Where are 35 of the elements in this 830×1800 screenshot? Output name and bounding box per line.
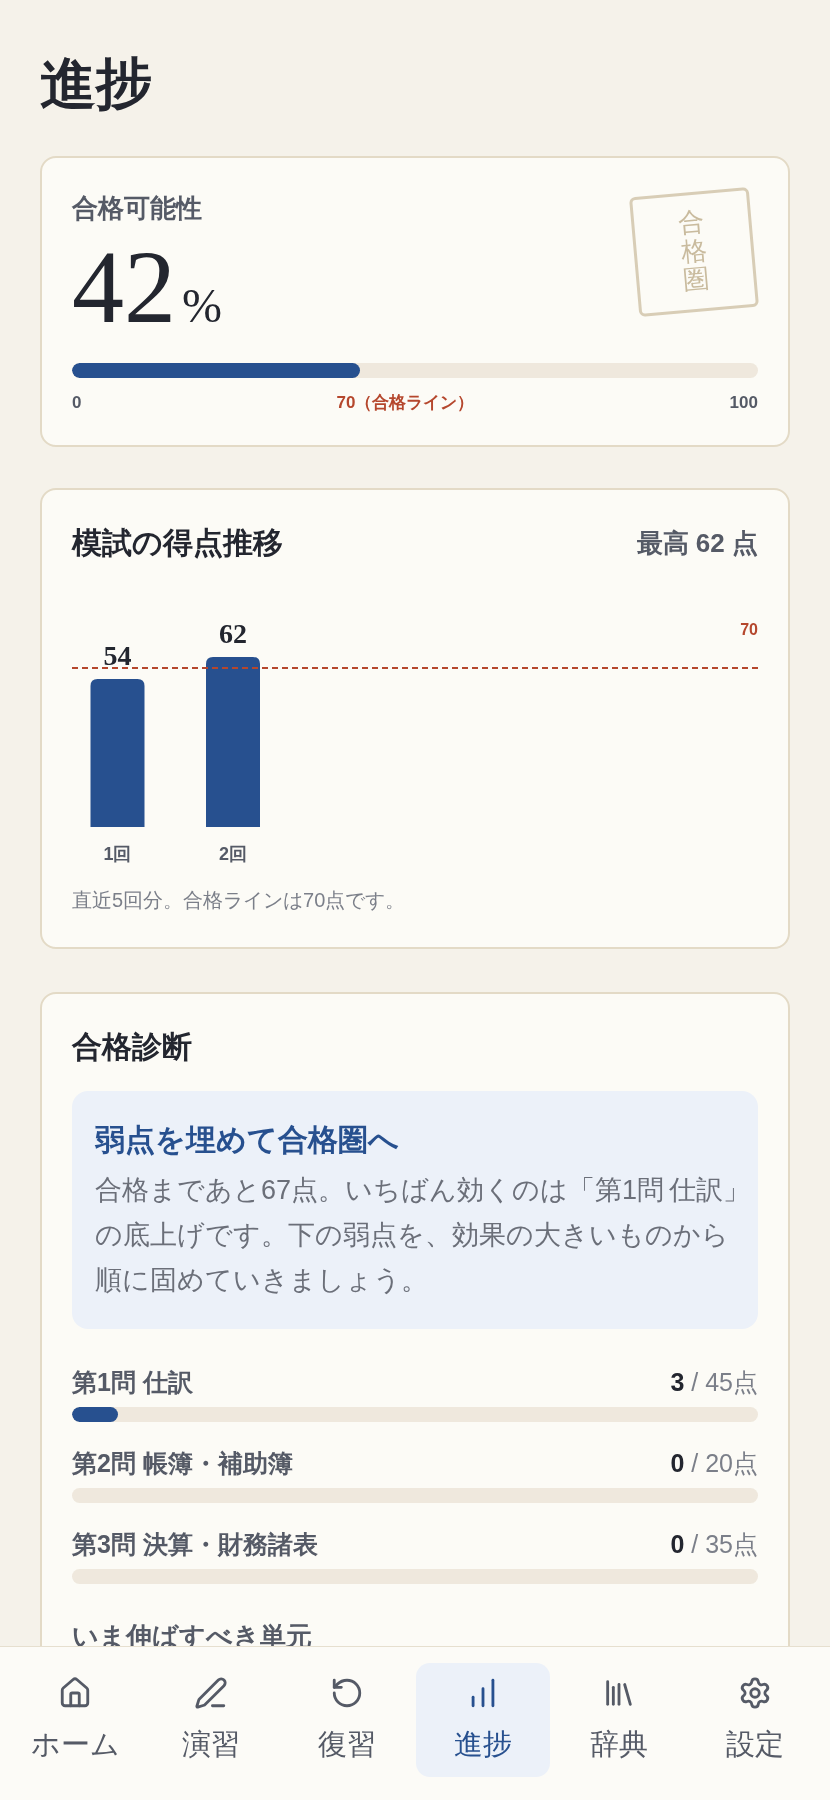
bar-value-label: 54 [103, 639, 132, 671]
subject-name: 第2問 帳簿・補助簿 [72, 1448, 293, 1479]
percent-unit: % [182, 282, 222, 330]
pass-line-label: 70（合格ライン） [336, 392, 475, 414]
x-axis-label: 2回 [219, 844, 247, 864]
probability-value: 42 [72, 235, 176, 339]
advice-title: 弱点を埋めて合格圏へ [95, 1122, 399, 1158]
card-title: 模試の得点推移 [72, 525, 283, 561]
nav-tab[interactable]: 設定 [688, 1663, 822, 1777]
nav-tab[interactable]: 演習 [144, 1663, 278, 1777]
best-score: 最高 62 点 [636, 526, 758, 560]
subject-name: 第3問 決算・財務諸表 [72, 1529, 318, 1560]
x-axis-label: 1回 [103, 844, 132, 864]
subject-name: 第1問 仕訳 [72, 1367, 193, 1398]
advice-text: 合格まであと67点。いちばん効くのは「第1問 仕訳」の底上げです。下の弱点を、効果の大きいものから順に固めていきましょう。 [95, 1174, 751, 1297]
nav-tab[interactable]: 復習 [280, 1663, 414, 1777]
nav-tab[interactable]: ホーム [8, 1663, 142, 1777]
pass-line-label: 70 [740, 620, 758, 640]
settings-icon [738, 1676, 772, 1710]
pencil-icon [194, 1676, 228, 1710]
subject-score: 0 / 20点 [670, 1448, 758, 1479]
card-label: 合格可能性 [72, 192, 202, 225]
stamp-text: 合格圏 [677, 208, 711, 296]
home-icon [58, 1676, 92, 1710]
circular-arrow-icon [330, 1676, 364, 1710]
nav-tab[interactable]: 辞典 [552, 1663, 686, 1777]
bar-value-label: 62 [219, 618, 247, 649]
chart-note: 直近5回分。合格ラインは70点です。 [72, 888, 406, 913]
scale-max-label: 100 [729, 392, 758, 414]
scale-min-label: 0 [72, 392, 82, 414]
nav-tab[interactable]: 進捗 [416, 1663, 550, 1777]
subject-score: 0 / 35点 [670, 1529, 758, 1560]
subject-score: 3 / 45点 [670, 1367, 758, 1398]
card-title: 合格診断 [72, 1029, 192, 1065]
page-title: 進捗 [40, 52, 152, 117]
